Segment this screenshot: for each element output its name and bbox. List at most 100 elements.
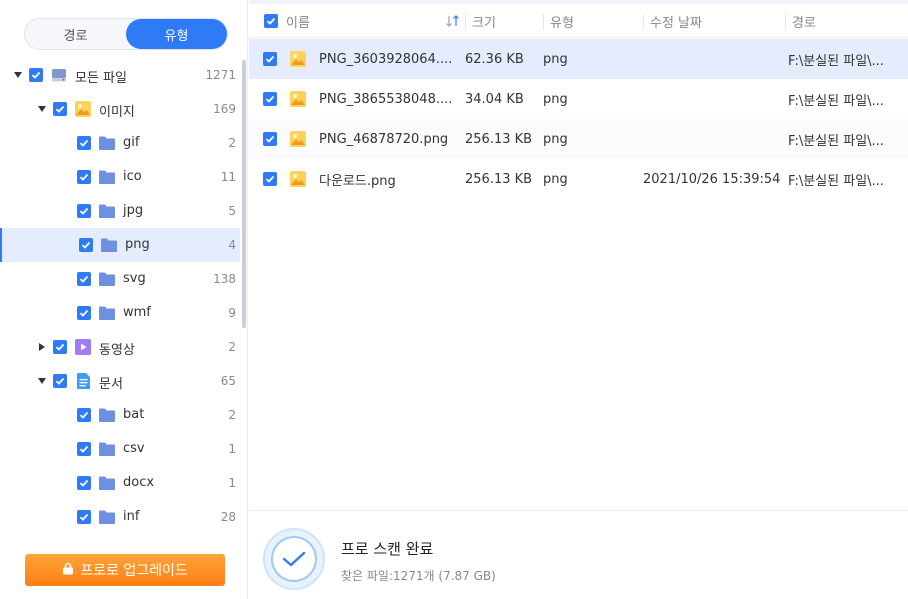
tree-item-checkbox[interactable]: [29, 68, 43, 82]
file-size: 256.13 KB: [465, 131, 533, 147]
column-header-type[interactable]: 유형: [550, 4, 574, 38]
folder-icon: [98, 304, 116, 322]
tab-type[interactable]: 유형: [126, 19, 227, 49]
tree-item-checkbox[interactable]: [77, 204, 91, 218]
image-category-icon: [74, 100, 92, 118]
tree-item-count: 65: [220, 374, 236, 388]
column-header-name[interactable]: 이름: [286, 4, 310, 38]
tree-item-count: 2: [228, 136, 236, 150]
tree-item-checkbox[interactable]: [53, 340, 67, 354]
column-header-size[interactable]: 크기: [472, 4, 496, 38]
tree-item[interactable]: docx 1: [0, 466, 240, 500]
tree-item-count: 11: [220, 170, 236, 184]
tree-item-count: 1271: [205, 68, 236, 82]
folder-icon: [98, 406, 116, 424]
tree-item-label: gif: [123, 135, 140, 150]
column-divider[interactable]: [643, 14, 644, 30]
file-size: 34.04 KB: [465, 91, 524, 107]
file-name: PNG_3603928064....: [319, 51, 453, 67]
upgrade-label: 프로로 업그레이드: [80, 563, 188, 579]
folder-icon: [98, 134, 116, 152]
tab-path[interactable]: 경로: [25, 19, 126, 49]
tree-item-checkbox[interactable]: [77, 306, 91, 320]
file-name: 다운로드.png: [319, 173, 396, 189]
scan-status-panel: 프로 스캔 완료 찾은 파일:1271개 (7.87 GB): [249, 510, 908, 599]
tree-item-count: 4: [228, 238, 236, 252]
sidebar-scrollbar[interactable]: [242, 60, 246, 328]
tree-item-count: 28: [220, 510, 236, 524]
tree-item-label: inf: [123, 509, 140, 524]
view-mode-toggle: 경로 유형: [24, 18, 228, 50]
tree-item-checkbox[interactable]: [53, 102, 67, 116]
tree-item[interactable]: gif 2: [0, 126, 240, 160]
expand-arrow-icon[interactable]: [38, 106, 46, 112]
tree-item[interactable]: svg 138: [0, 262, 240, 296]
file-type: png: [543, 91, 568, 107]
tree-item-label: png: [125, 237, 150, 252]
table-row[interactable]: 다운로드.png 256.13 KB png 2021/10/26 15:39:54 F…: [249, 159, 908, 199]
tree-item-checkbox[interactable]: [77, 136, 91, 150]
table-row[interactable]: PNG_3865538048.... 34.04 KB png F:\분실된 파일\.…: [249, 79, 908, 119]
row-checkbox[interactable]: [263, 92, 277, 106]
png-file-icon: [289, 170, 307, 188]
tree-item[interactable]: 이미지 169: [0, 92, 240, 126]
tree-item-label: ico: [123, 169, 142, 184]
row-checkbox[interactable]: [263, 52, 277, 66]
file-size: 62.36 KB: [465, 51, 524, 67]
column-header-path[interactable]: 경로: [792, 4, 816, 38]
expand-arrow-icon[interactable]: [14, 72, 22, 78]
upgrade-button[interactable]: 프로로 업그레이드: [25, 554, 225, 586]
file-name: PNG_3865538048....: [319, 91, 453, 107]
tree-item-checkbox[interactable]: [77, 510, 91, 524]
tree-item-checkbox[interactable]: [77, 408, 91, 422]
scan-complete-badge: [263, 528, 325, 590]
lock-icon: [62, 562, 74, 579]
column-divider[interactable]: [785, 14, 786, 30]
tree-item[interactable]: ico 11: [0, 160, 240, 194]
tree-item-checkbox[interactable]: [53, 374, 67, 388]
expand-arrow-icon[interactable]: [38, 378, 46, 384]
tree-item-count: 9: [228, 306, 236, 320]
tree-item[interactable]: inf 28: [0, 500, 240, 534]
tree-item[interactable]: png 4: [0, 228, 240, 262]
tree-item-checkbox[interactable]: [79, 238, 93, 252]
tree-item-label: wmf: [123, 305, 151, 320]
table-row[interactable]: PNG_3603928064.... 62.36 KB png F:\분실된 파일\.…: [249, 39, 908, 79]
file-type-tree: 모든 파일 1271 이미지 169 gif 2 ico 11 jpg 5 png 4 svg 138 wm…: [0, 58, 240, 534]
tree-item-count: 1: [228, 476, 236, 490]
table-row[interactable]: PNG_46878720.png 256.13 KB png F:\분실된 파일\..…: [249, 119, 908, 159]
video-category-icon: [74, 338, 92, 356]
document-category-icon: [74, 372, 92, 390]
tree-item-checkbox[interactable]: [77, 476, 91, 490]
png-file-icon: [289, 90, 307, 108]
tree-item-count: 138: [213, 272, 236, 286]
file-modified: 2021/10/26 15:39:54: [643, 171, 781, 187]
tree-item[interactable]: wmf 9: [0, 296, 240, 330]
tree-item[interactable]: bat 2: [0, 398, 240, 432]
tree-item[interactable]: jpg 5: [0, 194, 240, 228]
folder-icon: [98, 168, 116, 186]
collapse-arrow-icon[interactable]: [39, 343, 45, 351]
file-path: F:\분실된 파일\...: [788, 173, 884, 189]
checkbox[interactable]: [264, 14, 278, 28]
tree-item-label: 문서: [99, 377, 123, 392]
tree-item-label: 이미지: [99, 105, 135, 120]
folder-icon: [98, 202, 116, 220]
select-all-checkbox[interactable]: [264, 4, 278, 38]
tree-item[interactable]: 동영상 2: [0, 330, 240, 364]
drive-icon: [50, 66, 68, 84]
tree-item-checkbox[interactable]: [77, 442, 91, 456]
row-checkbox[interactable]: [263, 132, 277, 146]
column-divider[interactable]: [465, 14, 466, 30]
column-header-modified[interactable]: 수정 날짜: [650, 4, 702, 38]
file-size: 256.13 KB: [465, 171, 533, 187]
sort-icon[interactable]: [446, 4, 462, 38]
tree-item[interactable]: 모든 파일 1271: [0, 58, 240, 92]
tree-item-checkbox[interactable]: [77, 272, 91, 286]
tree-item-checkbox[interactable]: [77, 170, 91, 184]
column-divider[interactable]: [543, 14, 544, 30]
tree-item[interactable]: csv 1: [0, 432, 240, 466]
tree-item[interactable]: 문서 65: [0, 364, 240, 398]
png-file-icon: [289, 50, 307, 68]
row-checkbox[interactable]: [263, 172, 277, 186]
